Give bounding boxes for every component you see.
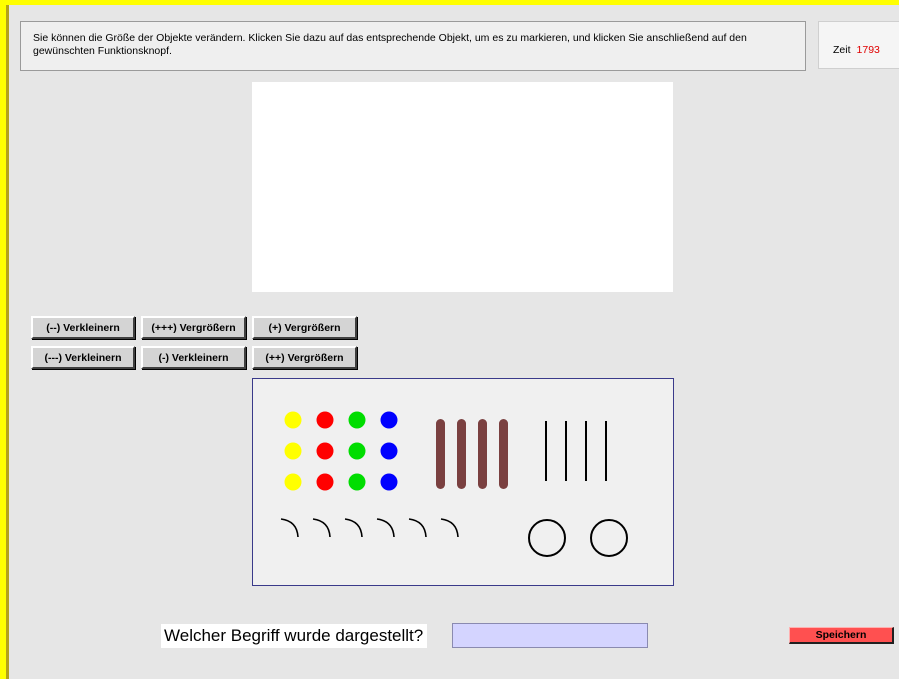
colored-dot[interactable] [284, 411, 302, 429]
frame-border-top [0, 0, 899, 5]
grow-2-button[interactable]: (++) Vergrößern [252, 346, 357, 369]
timer-label: Zeit [833, 44, 851, 56]
thick-bar[interactable] [436, 419, 445, 489]
colored-dot[interactable] [284, 473, 302, 491]
shrink-2-button[interactable]: (--) Verkleinern [31, 316, 135, 339]
colored-dot[interactable] [316, 473, 334, 491]
colored-dot[interactable] [380, 442, 398, 460]
instructions-text: Sie können die Größe der Objekte verände… [33, 32, 747, 57]
colored-dot[interactable] [348, 411, 366, 429]
thick-bar[interactable] [457, 419, 466, 489]
colored-dot[interactable] [284, 442, 302, 460]
arc-stroke[interactable] [280, 518, 299, 538]
colored-dot[interactable] [348, 442, 366, 460]
instructions-box: Sie können die Größe der Objekte verände… [20, 21, 806, 71]
save-button[interactable]: Speichern [789, 627, 894, 644]
window: Sie können die Größe der Objekte verände… [0, 0, 899, 679]
objects-canvas [280, 411, 628, 557]
ring[interactable] [528, 519, 566, 557]
frame-border-left-shadow [6, 5, 9, 679]
answer-input[interactable] [452, 623, 648, 648]
colored-dot[interactable] [348, 473, 366, 491]
question-label: Welcher Begriff wurde dargestellt? [161, 624, 428, 648]
thick-bar[interactable] [499, 419, 508, 489]
arc-stroke[interactable] [344, 518, 363, 538]
ring[interactable] [590, 519, 628, 557]
shrink-1-button[interactable]: (-) Verkleinern [141, 346, 246, 369]
drop-canvas[interactable] [252, 82, 673, 292]
colored-dot[interactable] [380, 411, 398, 429]
colored-dot[interactable] [316, 411, 334, 429]
grow-3-button[interactable]: (+++) Vergrößern [141, 316, 246, 339]
arc-stroke[interactable] [312, 518, 331, 538]
colored-dot[interactable] [380, 473, 398, 491]
shrink-3-button[interactable]: (---) Verkleinern [31, 346, 135, 369]
arc-stroke[interactable] [408, 518, 427, 538]
objects-panel [252, 378, 674, 586]
timer-box: Zeit 1793 [818, 21, 899, 69]
grow-1-button[interactable]: (+) Vergrößern [252, 316, 357, 339]
arc-stroke[interactable] [376, 518, 395, 538]
thick-bar[interactable] [478, 419, 487, 489]
colored-dot[interactable] [316, 442, 334, 460]
arc-stroke[interactable] [440, 518, 459, 538]
timer-value: 1793 [856, 44, 880, 56]
